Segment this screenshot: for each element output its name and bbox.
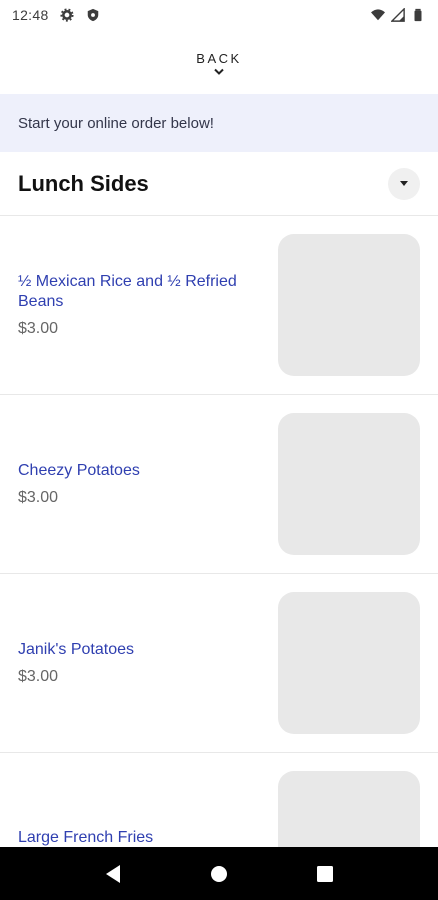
section-collapse-button[interactable]	[388, 167, 420, 200]
menu-item-text: Cheezy Potatoes $3.00	[18, 461, 258, 507]
menu-item[interactable]: ½ Mexican Rice and ½ Refried Beans $3.00	[0, 216, 438, 395]
status-bar: 12:48	[0, 0, 438, 30]
signal-icon	[390, 7, 406, 23]
menu-item-text: ½ Mexican Rice and ½ Refried Beans $3.00	[18, 272, 258, 338]
home-circle-icon	[211, 865, 227, 882]
nav-home-button[interactable]	[199, 854, 239, 894]
shield-icon	[85, 7, 101, 23]
wifi-icon	[370, 7, 386, 23]
menu-item-price: $3.00	[18, 320, 59, 337]
back-triangle-icon	[106, 864, 120, 883]
section-title: Lunch Sides	[18, 170, 149, 196]
menu-list: ½ Mexican Rice and ½ Refried Beans $3.00…	[0, 216, 438, 900]
menu-item-name[interactable]: Cheezy Potatoes	[18, 461, 258, 481]
caret-down-icon	[400, 180, 408, 186]
status-right	[370, 7, 426, 23]
menu-item-name[interactable]: Large French Fries	[18, 828, 258, 848]
menu-item[interactable]: Cheezy Potatoes $3.00	[0, 395, 438, 574]
battery-icon	[410, 7, 426, 23]
menu-item-price: $3.00	[18, 668, 59, 685]
menu-item-name[interactable]: ½ Mexican Rice and ½ Refried Beans	[18, 272, 258, 312]
back-label: BACK	[196, 50, 242, 66]
menu-item-image[interactable]	[278, 413, 420, 555]
section-header[interactable]: Lunch Sides	[0, 152, 438, 216]
menu-item[interactable]: Janik's Potatoes $3.00	[0, 574, 438, 753]
order-banner: Start your online order below!	[0, 94, 438, 152]
app-screen: 12:48 BACK Start your online order below…	[0, 0, 438, 900]
banner-text: Start your online order below!	[18, 114, 214, 132]
menu-item-text: Janik's Potatoes $3.00	[18, 640, 258, 686]
nav-back-button[interactable]	[93, 854, 133, 894]
nav-recents-button[interactable]	[305, 854, 345, 894]
back-button[interactable]: BACK	[0, 30, 438, 94]
chevron-down-icon	[214, 68, 224, 75]
status-left: 12:48	[12, 7, 101, 23]
system-nav-bar	[0, 847, 438, 900]
recents-square-icon	[317, 865, 333, 882]
menu-item-image[interactable]	[278, 234, 420, 376]
menu-item-name[interactable]: Janik's Potatoes	[18, 640, 258, 660]
gear-icon	[59, 7, 75, 23]
menu-item-image[interactable]	[278, 592, 420, 734]
status-time: 12:48	[12, 7, 49, 23]
menu-item-price: $3.00	[18, 489, 59, 506]
